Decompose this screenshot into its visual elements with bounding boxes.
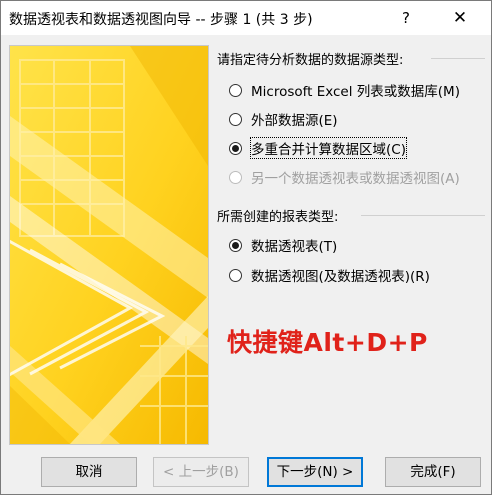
help-button[interactable]: ? [383,1,429,35]
option-label: 数据透视表(T) [251,239,338,255]
report-option-pivot-chart[interactable]: 数据透视图(及数据透视表)(R) [229,265,430,285]
back-button: < 上一步(B) [153,457,249,487]
title-bar: 数据透视表和数据透视图向导 -- 步骤 1 (共 3 步) ? ✕ [1,1,491,35]
radio-button[interactable] [229,268,242,282]
radio-button-selected[interactable] [229,141,242,155]
window-title: 数据透视表和数据透视图向导 -- 步骤 1 (共 3 步) [9,12,313,28]
source-option-another-pivot: 另一个数据透视表或数据透视图(A) [229,167,460,187]
option-label: Microsoft Excel 列表或数据库(M) [251,84,460,100]
wizard-illustration [9,45,209,445]
next-button[interactable]: 下一步(N) > [267,457,363,487]
source-type-divider [431,58,485,59]
shortcut-annotation: 快捷键Alt+D+P [227,328,428,357]
option-label: 另一个数据透视表或数据透视图(A) [251,171,460,187]
report-type-divider [361,215,485,216]
option-label: 多重合并计算数据区域(C) [250,137,407,159]
finish-button[interactable]: 完成(F) [385,457,481,487]
radio-button[interactable] [229,83,242,97]
report-type-label: 所需创建的报表类型: [217,210,339,225]
radio-button-disabled [229,170,242,184]
cancel-button[interactable]: 取消 [41,457,137,487]
source-type-label: 请指定待分析数据的数据源类型: [217,53,404,68]
option-label: 数据透视图(及数据透视表)(R) [251,269,430,285]
option-label: 外部数据源(E) [251,113,338,129]
source-option-multiple-consolidation[interactable]: 多重合并计算数据区域(C) [229,137,407,159]
report-option-pivot-table[interactable]: 数据透视表(T) [229,235,337,255]
close-button[interactable]: ✕ [437,1,483,35]
source-option-external[interactable]: 外部数据源(E) [229,109,338,129]
source-option-excel-list[interactable]: Microsoft Excel 列表或数据库(M) [229,80,460,100]
radio-button[interactable] [229,112,242,126]
radio-button-selected[interactable] [229,238,242,252]
pivot-wizard-dialog: 数据透视表和数据透视图向导 -- 步骤 1 (共 3 步) ? ✕ 请指定待分析… [0,0,492,495]
